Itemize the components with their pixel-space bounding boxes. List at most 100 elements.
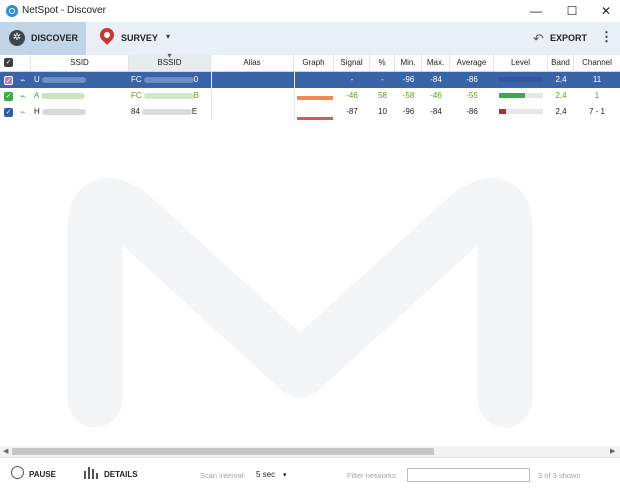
band-cell: 2,4 [555, 75, 567, 84]
shown-count: 3 of 3 shown [538, 471, 581, 480]
header-signal[interactable]: Signal [334, 55, 370, 71]
min-cell: -58 [402, 91, 415, 100]
main-toolbar: ✲ DISCOVER SURVEY ▾ ↶ EXPORT ⋮ [0, 22, 620, 56]
details-bars-icon[interactable] [84, 467, 98, 479]
bssid-end: E [191, 107, 198, 116]
close-button[interactable]: ✕ [588, 0, 620, 22]
min-cell: -96 [402, 75, 415, 84]
export-button[interactable]: ↶ EXPORT [533, 22, 593, 55]
column-divider [294, 72, 295, 120]
table-row[interactable]: ✓ ⌁ H 84 E -87 10 -96 -84 -86 2,4 7 - 1 [0, 104, 620, 120]
band-cell: 2,4 [555, 91, 567, 100]
row-checkbox[interactable]: ✓ [4, 108, 13, 117]
scroll-left-icon[interactable]: ◀ [3, 446, 8, 457]
bssid-end: 0 [193, 75, 199, 84]
pause-button[interactable]: PAUSE [29, 470, 56, 479]
header-average[interactable]: Average [450, 55, 494, 71]
alias-cell[interactable] [211, 104, 294, 120]
level-bar [499, 109, 543, 114]
maximize-button[interactable]: ☐ [554, 0, 590, 22]
signal-cell: -87 [346, 107, 358, 116]
bssid-cell: 84 E [131, 104, 209, 120]
header-level[interactable]: Level [494, 55, 548, 71]
header-bssid[interactable]: BSSID [129, 48, 211, 71]
bssid-cell: FC 0 [131, 72, 209, 88]
netspot-watermark-logo [67, 178, 533, 428]
more-vert-icon[interactable]: ⋮ [600, 29, 613, 45]
title-bar: NetSpot - Discover — ☐ ✕ [0, 0, 620, 22]
redacted-text [143, 76, 194, 83]
chevron-down-icon[interactable]: ▾ [166, 32, 170, 41]
level-bar [499, 93, 543, 98]
chevron-down-icon[interactable]: ▾ [283, 471, 287, 479]
discover-button[interactable]: ✲ DISCOVER [0, 22, 86, 55]
table-row[interactable]: ✓ ⌁ A FC B -46 58 -58 -46 -55 2,4 1 [0, 88, 620, 104]
horizontal-scrollbar[interactable]: ◀ ▶ [0, 446, 620, 457]
wifi-icon: ⌁ [20, 107, 26, 117]
level-fill [499, 109, 506, 114]
window-title: NetSpot - Discover [22, 5, 106, 16]
redacted-text [41, 108, 86, 115]
netspot-app-icon [6, 5, 18, 17]
filter-networks-label: Filter networks: [347, 471, 398, 480]
bssid-end: B [193, 91, 200, 100]
bssid-cell: FC B [131, 88, 209, 104]
discover-label: DISCOVER [31, 33, 79, 43]
bssid-text: FC [131, 91, 142, 100]
alias-cell[interactable] [211, 72, 294, 88]
scan-interval-select[interactable]: 5 sec [256, 470, 275, 479]
average-cell: -86 [466, 75, 478, 84]
average-cell: -86 [466, 107, 478, 116]
max-cell: -46 [430, 91, 442, 100]
header-percent[interactable]: % [370, 55, 395, 71]
scan-interval-label: Scan interval: [200, 471, 246, 480]
band-cell: 2,4 [555, 107, 567, 116]
percent-cell: 58 [378, 91, 387, 100]
export-icon: ↶ [533, 31, 544, 46]
channel-cell: 1 [594, 91, 600, 100]
export-label: EXPORT [550, 33, 588, 43]
scroll-right-icon[interactable]: ▶ [610, 446, 615, 457]
level-fill [499, 93, 525, 98]
header-alias[interactable]: Alias [211, 55, 294, 71]
header-ssid[interactable]: SSID [31, 55, 129, 71]
signal-cell: - [350, 75, 354, 84]
discover-icon: ✲ [9, 30, 25, 46]
select-all-checkbox[interactable]: ✓ [4, 58, 13, 67]
redacted-text [41, 92, 86, 99]
signal-graph [297, 96, 333, 100]
signal-cell: -46 [346, 91, 358, 100]
header-channel[interactable]: Channel [574, 55, 620, 71]
max-cell: -84 [430, 75, 442, 84]
row-checkbox[interactable]: ✓ [4, 92, 13, 101]
status-bar: PAUSE DETAILS Scan interval: 5 sec ▾ Fil… [0, 457, 620, 491]
header-graph[interactable]: Graph [294, 55, 334, 71]
header-min[interactable]: Min. [395, 55, 422, 71]
level-bar [499, 77, 543, 82]
column-divider [211, 72, 212, 120]
table-row[interactable]: ✓ ⌁ U FC 0 - - -96 -84 -86 2,4 11 [0, 72, 620, 88]
redacted-text [141, 108, 192, 115]
percent-cell: 10 [378, 107, 387, 116]
wifi-icon: ⌁ [20, 91, 26, 101]
bssid-text: FC [131, 75, 142, 84]
row-checkbox[interactable]: ✓ [4, 76, 13, 85]
header-band[interactable]: Band [548, 55, 574, 71]
wifi-icon: ⌁ [20, 75, 26, 85]
stopwatch-icon[interactable] [11, 466, 24, 479]
header-max[interactable]: Max. [422, 55, 450, 71]
alias-cell[interactable] [211, 88, 294, 104]
scrollbar-thumb[interactable] [12, 448, 434, 455]
details-button[interactable]: DETAILS [104, 470, 138, 479]
filter-networks-input[interactable] [407, 468, 530, 482]
min-cell: -96 [402, 107, 415, 116]
survey-label: SURVEY [121, 33, 158, 43]
channel-cell: 11 [592, 75, 602, 84]
channel-cell: 7 - 1 [588, 107, 605, 116]
ssid-cell: U [34, 72, 124, 88]
ssid-cell: A [34, 88, 124, 104]
ssid-cell: H [34, 104, 124, 120]
average-cell: -55 [466, 91, 478, 100]
header-icon-col [15, 55, 31, 71]
minimize-button[interactable]: — [518, 0, 554, 22]
